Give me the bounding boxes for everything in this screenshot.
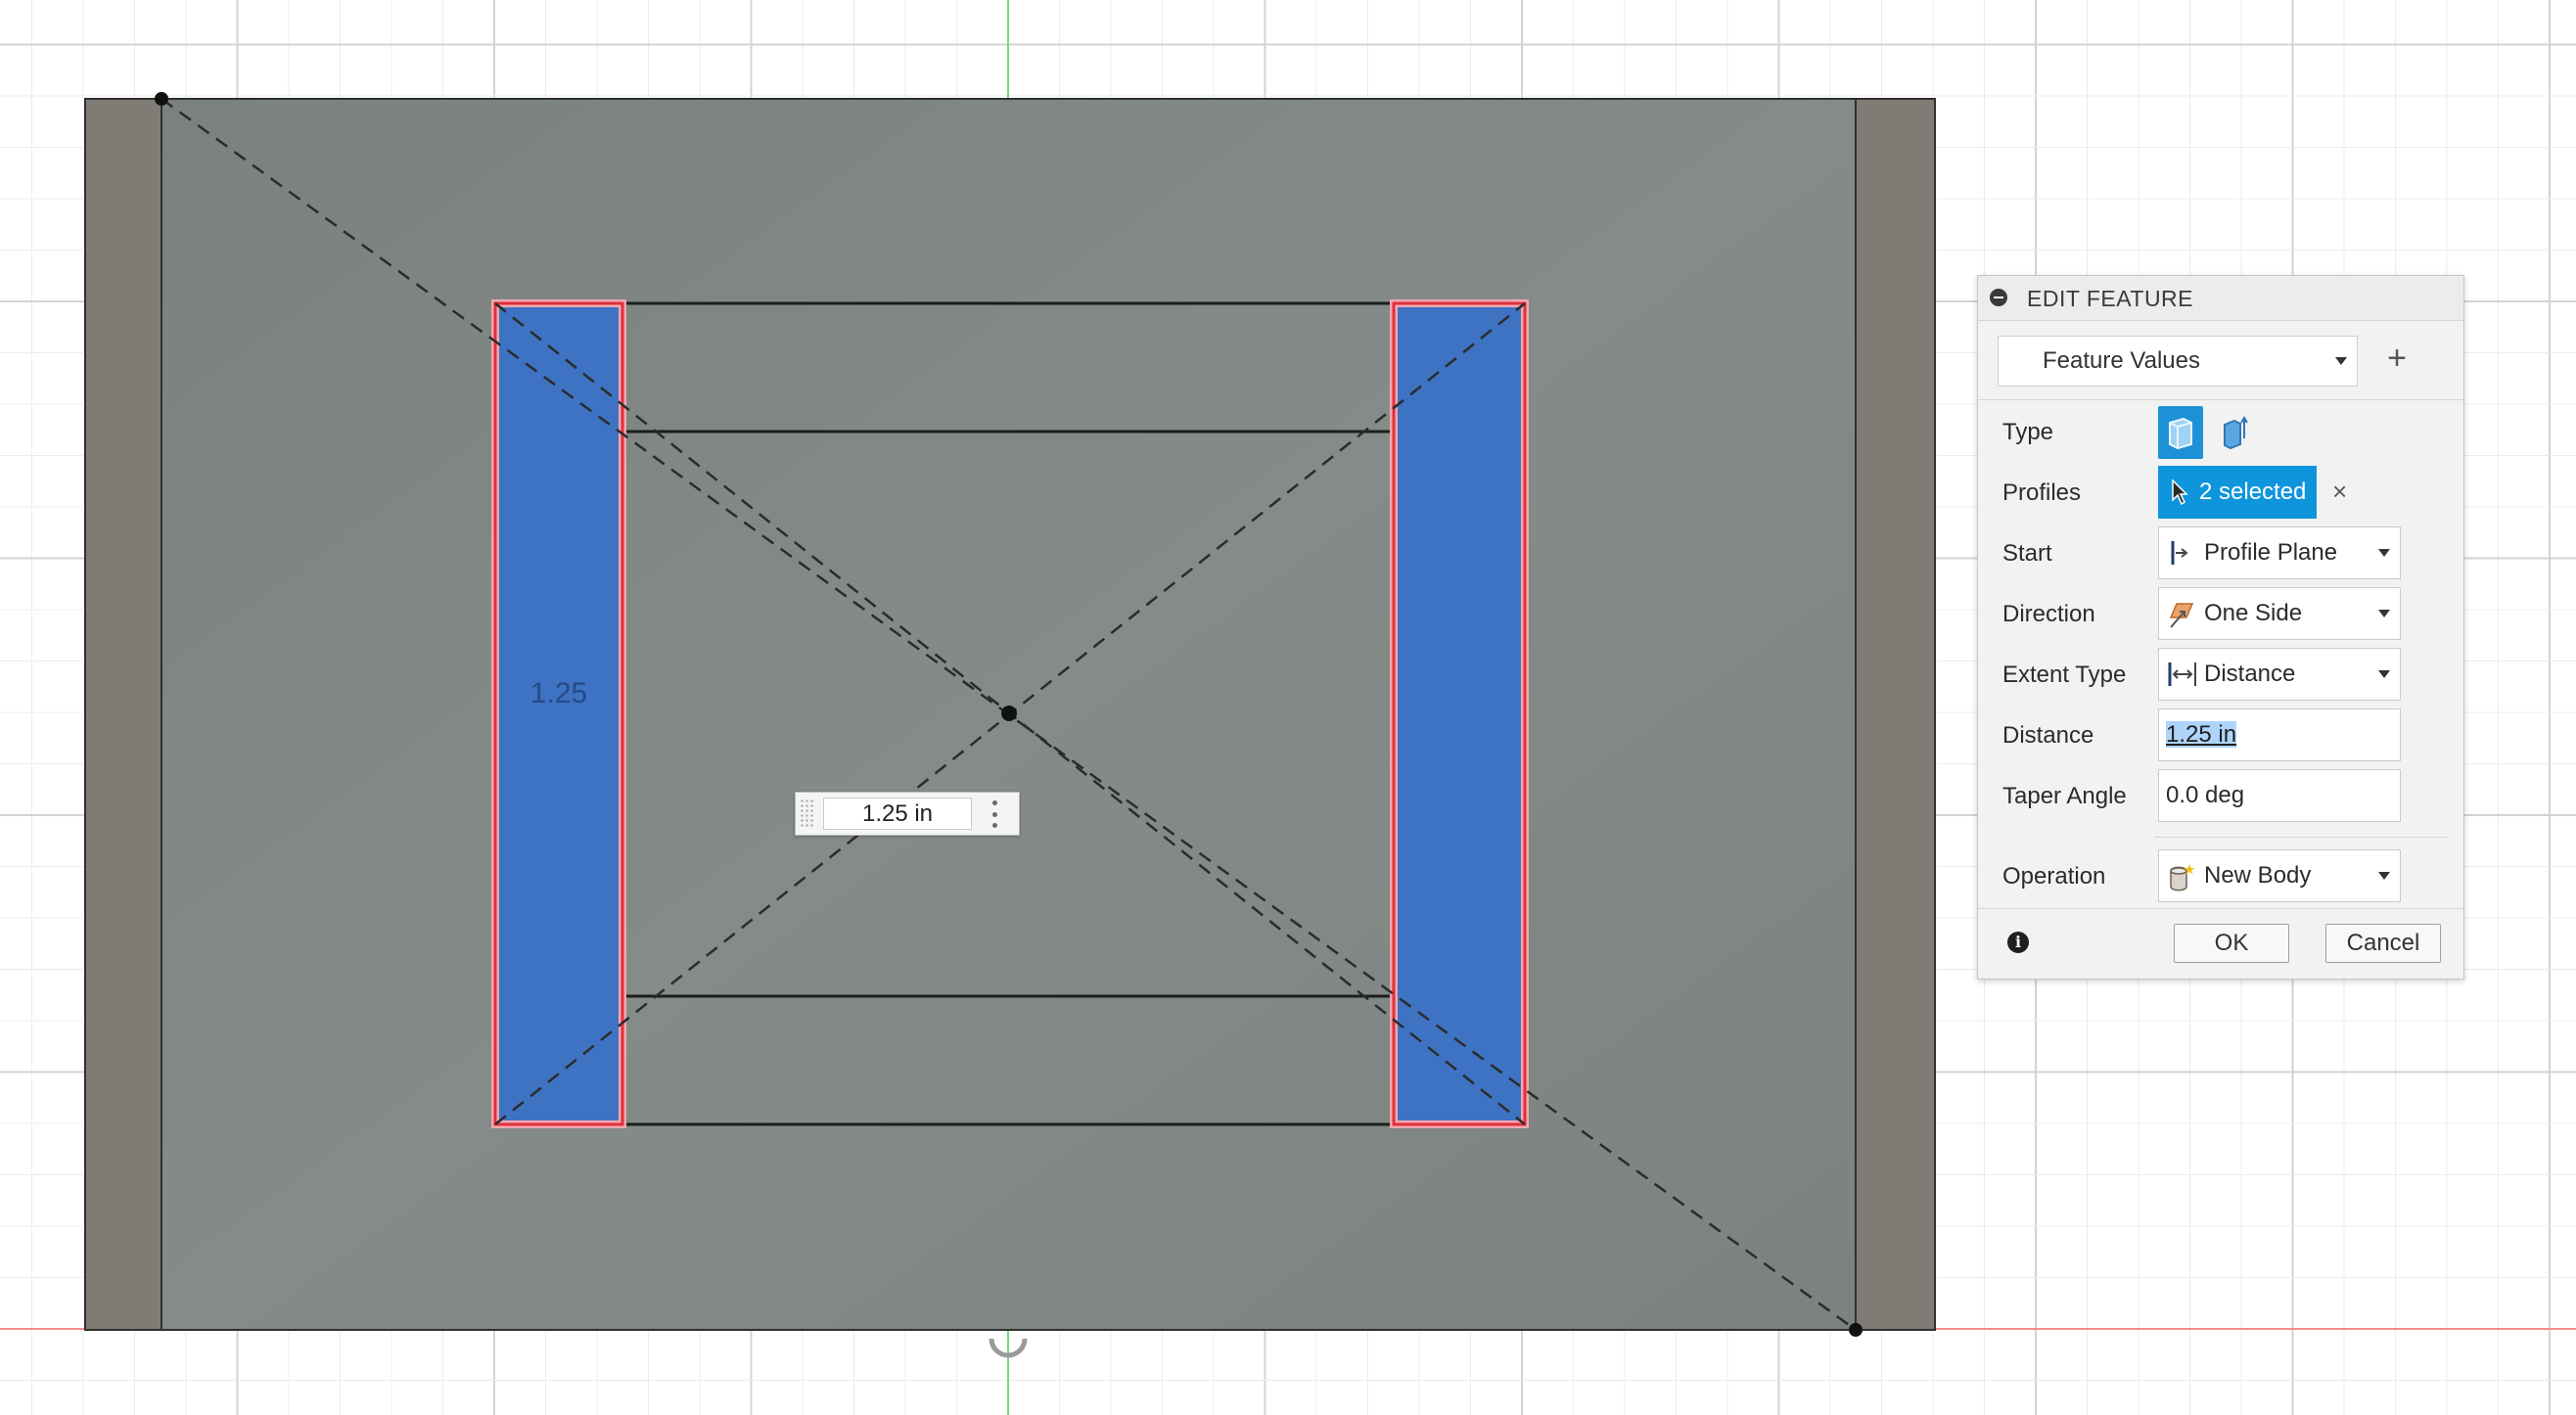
- extent-type-label: Extent Type: [2002, 662, 2127, 688]
- sketch-point[interactable]: [1849, 1323, 1863, 1337]
- type-label: Type: [2002, 419, 2054, 445]
- distance-label: Distance: [2002, 722, 2094, 749]
- distance-manipulator-input[interactable]: 1.25 in: [823, 798, 972, 830]
- profiles-label: Profiles: [2002, 479, 2082, 506]
- start-dropdown[interactable]: Profile Plane: [2158, 526, 2401, 579]
- divider: [2154, 837, 2448, 838]
- selected-profile-left[interactable]: [491, 299, 626, 1128]
- direction-value: One Side: [2204, 600, 2303, 626]
- operation-value: New Body: [2204, 862, 2312, 889]
- taper-angle-label: Taper Angle: [2002, 783, 2127, 809]
- taper-angle-value: 0.0 deg: [2166, 782, 2245, 808]
- more-options-icon[interactable]: [988, 800, 1001, 828]
- caret-down-icon: [2378, 872, 2390, 880]
- new-body-icon: [2170, 864, 2195, 891]
- caret-down-icon: [2378, 549, 2390, 557]
- extent-type-value: Distance: [2204, 661, 2296, 687]
- plus-icon[interactable]: +: [2384, 342, 2410, 375]
- profiles-selection-button[interactable]: 2 selected: [2158, 466, 2317, 519]
- start-value: Profile Plane: [2204, 539, 2338, 566]
- type-thin-button[interactable]: [2213, 406, 2258, 459]
- distance-value: 1.25 in: [2166, 721, 2237, 748]
- drag-grip-icon[interactable]: [800, 799, 813, 829]
- feature-values-dropdown[interactable]: Feature Values: [1998, 336, 2358, 387]
- operation-label: Operation: [2002, 863, 2106, 890]
- clear-selection-icon[interactable]: ×: [2332, 479, 2347, 504]
- caret-down-icon: [2378, 610, 2390, 617]
- direction-label: Direction: [2002, 601, 2095, 627]
- thin-extrude-icon: [2224, 416, 2248, 450]
- divider: [1978, 908, 2463, 909]
- direction-dropdown[interactable]: One Side: [2158, 587, 2401, 640]
- cancel-button[interactable]: Cancel: [2325, 924, 2441, 963]
- selected-profile-right[interactable]: [1390, 299, 1529, 1128]
- solid-extrude-icon: [2169, 417, 2192, 450]
- distance-extent-icon: [2168, 662, 2196, 686]
- caret-down-icon: [2335, 357, 2347, 365]
- ok-button[interactable]: OK: [2174, 924, 2289, 963]
- sketch-point[interactable]: [155, 92, 168, 106]
- extent-type-dropdown[interactable]: Distance: [2158, 648, 2401, 701]
- edit-feature-panel: EDIT FEATURE Feature Values + Type Profi…: [1977, 275, 2464, 980]
- distance-input[interactable]: 1.25 in: [2158, 708, 2401, 761]
- taper-angle-input[interactable]: 0.0 deg: [2158, 769, 2401, 822]
- profile-dimension-label: 1.25: [530, 677, 587, 709]
- cursor-arrow-icon: [2172, 479, 2188, 506]
- profile-plane-icon: [2171, 541, 2188, 565]
- panel-header: EDIT FEATURE: [1978, 276, 2463, 321]
- info-icon[interactable]: i: [2007, 932, 2029, 953]
- collapse-icon[interactable]: [1990, 289, 2007, 306]
- profiles-count: 2 selected: [2199, 479, 2307, 505]
- start-label: Start: [2002, 540, 2052, 567]
- one-side-direction-icon: [2169, 603, 2194, 628]
- feature-values-label: Feature Values: [2043, 347, 2200, 374]
- sketch-center-point[interactable]: [1001, 706, 1017, 721]
- operation-dropdown[interactable]: New Body: [2158, 849, 2401, 902]
- panel-title: EDIT FEATURE: [2027, 286, 2193, 311]
- caret-down-icon: [2378, 670, 2390, 678]
- divider: [1978, 399, 2463, 400]
- type-solid-button[interactable]: [2158, 406, 2203, 459]
- distance-manipulator-box[interactable]: 1.25 in: [795, 792, 1020, 836]
